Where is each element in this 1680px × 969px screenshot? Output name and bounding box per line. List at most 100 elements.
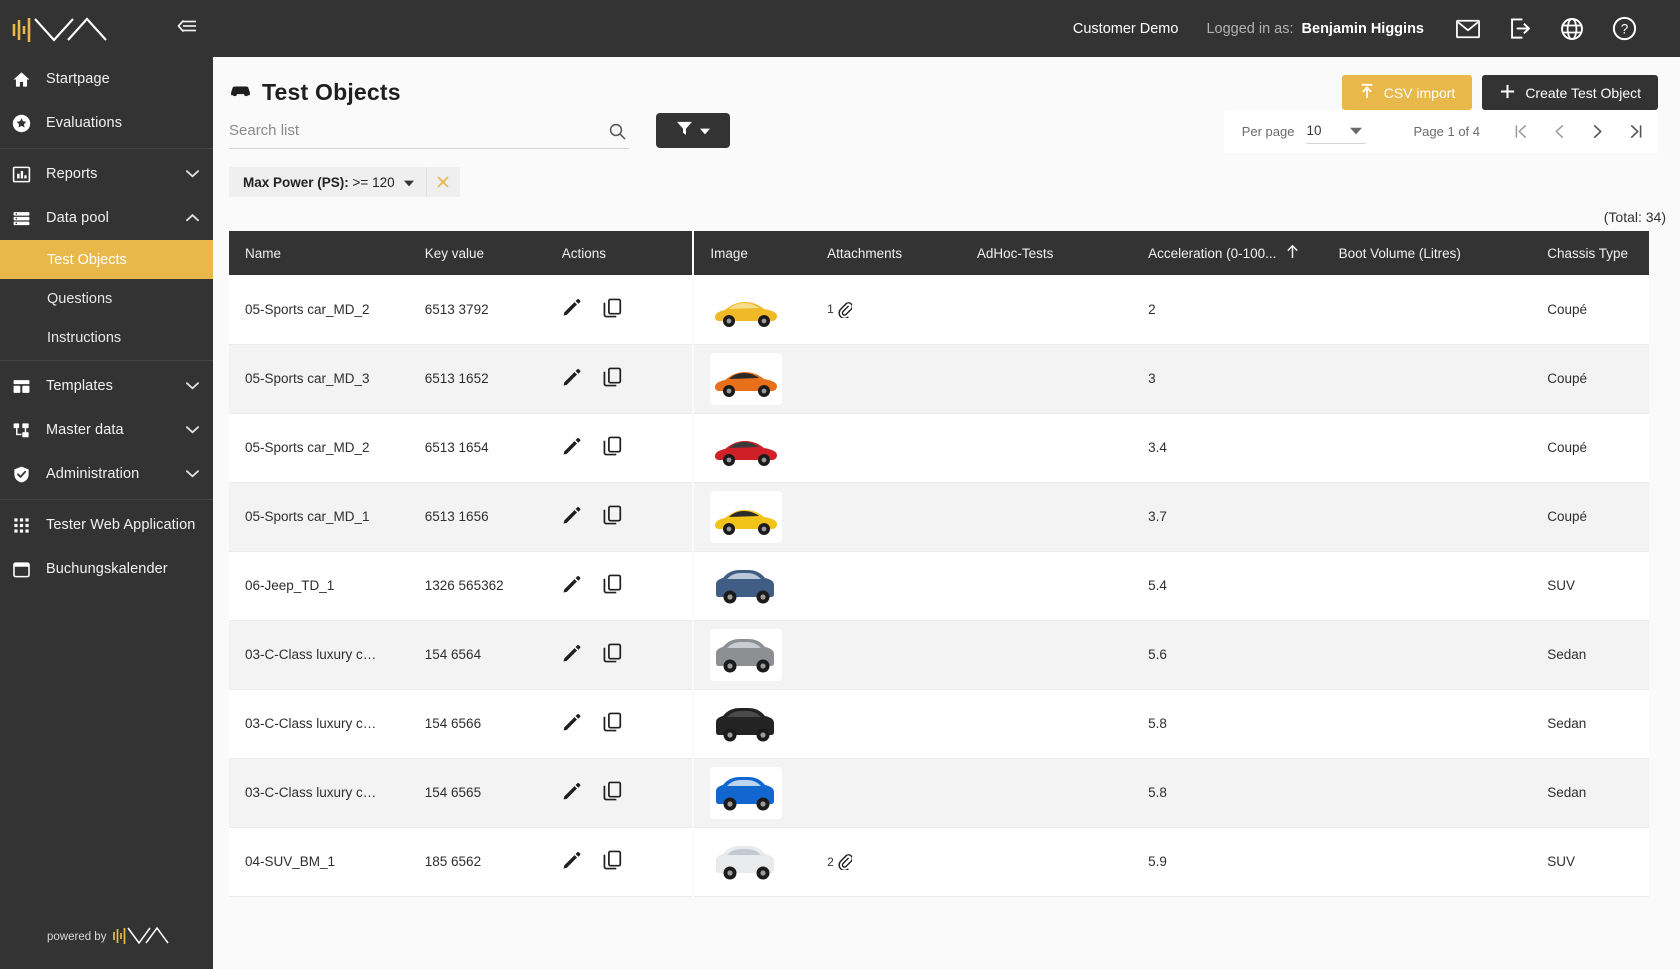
caret-down-icon[interactable] [403, 175, 426, 190]
customer-name: Customer Demo [1072, 20, 1179, 37]
search-input[interactable] [229, 122, 569, 139]
copy-icon[interactable] [603, 643, 622, 666]
sidebar-item-questions[interactable]: Questions [0, 279, 213, 318]
column-header-name[interactable]: Name [229, 231, 409, 275]
sidebar-item-test-objects[interactable]: Test Objects [0, 240, 213, 279]
page-title-group: Test Objects [229, 79, 401, 106]
caret-down-icon [700, 122, 710, 140]
sidebar-item-administration[interactable]: Administration [0, 452, 213, 496]
column-header-key-value[interactable]: Key value [408, 231, 546, 275]
content-area: Test Objects CSV import Create Test Obje… [213, 57, 1680, 969]
table-row[interactable]: 03-C-Class luxury c… 154 6566 5.8 Sedan [229, 689, 1649, 759]
cell-acceleration: 3 [1132, 344, 1323, 414]
create-test-object-button[interactable]: Create Test Object [1482, 75, 1658, 110]
sidebar-item-startpage[interactable]: Startpage [0, 57, 213, 101]
table-row[interactable]: 05-Sports car_MD_3 6513 1652 3 Coupé [229, 344, 1649, 414]
cell-acceleration: 5.8 [1132, 689, 1323, 759]
prev-page-icon[interactable] [1540, 112, 1578, 152]
copy-icon[interactable] [603, 298, 622, 321]
cell-attachments [811, 689, 961, 759]
sidebar-divider [0, 148, 213, 149]
edit-icon[interactable] [562, 437, 581, 459]
column-header-acceleration[interactable]: Acceleration (0-100... [1132, 231, 1323, 275]
app-root: Startpage Evaluations Reports Data pool … [0, 0, 1680, 969]
sidebar-item-label: Buchungskalender [46, 561, 168, 577]
chevron-down-icon [186, 378, 199, 394]
column-header-chassis-type[interactable]: Chassis Type [1531, 231, 1649, 275]
globe-icon[interactable] [1546, 0, 1598, 57]
sidebar-item-tester-web-application[interactable]: Tester Web Application [0, 503, 213, 547]
attachment-indicator[interactable]: 1 [827, 301, 961, 318]
edit-icon[interactable] [562, 713, 581, 735]
cell-key-value: 6513 3792 [408, 275, 546, 345]
cell-image [692, 620, 812, 690]
column-label: Actions [561, 245, 607, 261]
edit-icon[interactable] [562, 298, 581, 320]
mail-icon[interactable] [1442, 0, 1494, 57]
filter-button[interactable] [656, 113, 730, 148]
column-header-image[interactable]: Image [692, 231, 812, 275]
sidebar-item-label: Templates [46, 378, 113, 394]
copy-icon[interactable] [603, 367, 622, 390]
sidebar-item-buchungskalender[interactable]: Buchungskalender [0, 547, 213, 591]
filter-chip-value: >= 120 [352, 174, 395, 190]
table-row[interactable]: 03-C-Class luxury c… 154 6564 5.6 Sedan [229, 620, 1649, 690]
next-page-icon[interactable] [1578, 112, 1616, 152]
sidebar-item-label: Master data [46, 422, 124, 438]
first-page-icon[interactable] [1502, 112, 1540, 152]
table-row[interactable]: 05-Sports car_MD_1 6513 1656 3.7 Coupé [229, 482, 1649, 552]
chevron-up-icon [186, 210, 199, 226]
plus-icon [1499, 83, 1516, 103]
star-icon [12, 114, 38, 133]
table-row[interactable]: 05-Sports car_MD_2 6513 1654 3.4 Coupé [229, 413, 1649, 483]
toolbar: Per page 10 Page 1 of 4 [213, 110, 1680, 153]
per-page-select[interactable]: 10 [1306, 120, 1366, 144]
powered-by-label: powered by [47, 930, 107, 943]
help-icon[interactable]: ? [1598, 0, 1650, 57]
sidebar-divider [0, 499, 213, 500]
table-row[interactable]: 04-SUV_BM_1 185 6562 2 5.9 SUV [229, 827, 1649, 897]
table-row[interactable]: 06-Jeep_TD_1 1326 565362 5.4 SUV [229, 551, 1649, 621]
sidebar-item-evaluations[interactable]: Evaluations [0, 101, 213, 145]
edit-icon[interactable] [562, 851, 581, 873]
grid-apps-icon [12, 516, 38, 535]
table-row[interactable]: 03-C-Class luxury c… 154 6565 5.8 Sedan [229, 758, 1649, 828]
edit-icon[interactable] [562, 368, 581, 390]
attachment-indicator[interactable]: 2 [827, 853, 961, 870]
column-header-attachments[interactable]: Attachments [811, 231, 961, 275]
copy-icon[interactable] [603, 505, 622, 528]
cell-name: 05-Sports car_MD_2 [229, 275, 409, 345]
logout-icon[interactable] [1494, 0, 1546, 57]
collapse-sidebar-icon[interactable] [177, 18, 197, 39]
remove-filter-icon[interactable] [425, 167, 460, 197]
column-header-boot-volume[interactable]: Boot Volume (Litres) [1322, 231, 1532, 275]
cell-boot-volume [1322, 551, 1532, 621]
copy-icon[interactable] [603, 436, 622, 459]
edit-icon[interactable] [562, 644, 581, 666]
chevron-down-icon [186, 422, 199, 438]
column-header-adhoc-tests[interactable]: AdHoc-Tests [960, 231, 1133, 275]
table-row[interactable]: 05-Sports car_MD_2 6513 3792 1 2 Coupé [229, 275, 1649, 345]
copy-icon[interactable] [603, 781, 622, 804]
column-label: Name [245, 245, 282, 261]
cell-boot-volume [1322, 620, 1532, 690]
edit-icon[interactable] [562, 506, 581, 528]
sidebar-item-templates[interactable]: Templates [0, 364, 213, 408]
hierarchy-icon [12, 421, 38, 440]
cell-acceleration: 5.9 [1132, 827, 1323, 897]
cell-actions [545, 551, 694, 621]
sidebar-item-data-pool[interactable]: Data pool [0, 196, 213, 240]
copy-icon[interactable] [603, 574, 622, 597]
cell-name: 06-Jeep_TD_1 [229, 551, 409, 621]
copy-icon[interactable] [603, 712, 622, 735]
edit-icon[interactable] [562, 575, 581, 597]
sidebar-item-master-data[interactable]: Master data [0, 408, 213, 452]
sidebar-item-reports[interactable]: Reports [0, 152, 213, 196]
search-icon[interactable] [608, 122, 627, 146]
edit-icon[interactable] [562, 782, 581, 804]
csv-import-button[interactable]: CSV import [1341, 75, 1473, 110]
sidebar-item-instructions[interactable]: Instructions [0, 318, 213, 357]
filter-chip-label: Max Power (PS): [243, 174, 349, 190]
copy-icon[interactable] [603, 850, 622, 873]
last-page-icon[interactable] [1616, 112, 1654, 152]
